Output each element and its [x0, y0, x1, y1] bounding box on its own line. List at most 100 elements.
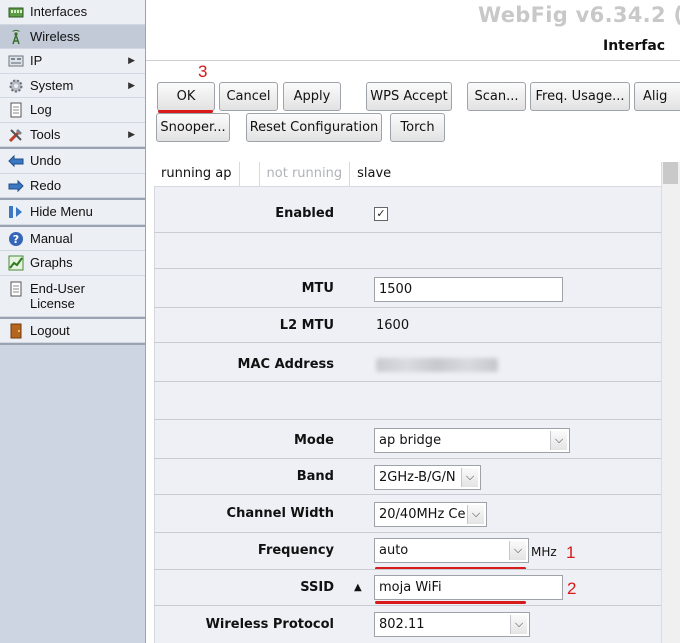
undo-icon: [8, 153, 24, 169]
scrollbar[interactable]: [661, 162, 680, 643]
annotation-step-3: 3: [198, 62, 208, 81]
mode-select[interactable]: ap bridge ⌵: [374, 428, 570, 453]
torch-button[interactable]: Torch: [390, 113, 445, 142]
status-flag-slave: slave: [357, 166, 392, 181]
interface-form-panel: [154, 162, 661, 643]
divider: [154, 532, 661, 533]
logout-door-icon: [8, 323, 24, 339]
divider: [154, 307, 661, 308]
sidebar-item-interfaces[interactable]: Interfaces: [0, 0, 145, 25]
sidebar-item-label: Logout: [30, 322, 70, 338]
menu-group-help: ? Manual Graphs End-User License: [0, 226, 145, 319]
menu-group-main: Interfaces Wireless IP ▶ System ▶ Log To…: [0, 0, 145, 149]
status-flag-not-running: not running: [260, 162, 351, 186]
sidebar-item-label: Undo: [30, 153, 62, 168]
wireless-antenna-icon: [8, 29, 24, 45]
wps-accept-button[interactable]: WPS Accept: [366, 82, 452, 111]
wireless-protocol-label: Wireless Protocol: [205, 617, 334, 632]
apply-button[interactable]: Apply: [283, 82, 341, 111]
sidebar-item-label: Tools: [30, 126, 61, 142]
sidebar-item-tools[interactable]: Tools ▶: [0, 123, 145, 147]
mac-address-label: MAC Address: [237, 357, 334, 372]
divider: [154, 494, 661, 495]
divider: [154, 342, 661, 343]
chevron-down-icon: ⌵: [550, 431, 567, 450]
document-icon: [8, 281, 24, 297]
annotation-step-1: 1: [566, 543, 576, 562]
collapse-arrow-icon[interactable]: ▲: [354, 582, 362, 593]
graph-icon: [8, 255, 24, 271]
reset-configuration-button[interactable]: Reset Configuration: [246, 113, 382, 142]
page-title: Interfac: [603, 38, 666, 54]
status-flags-row: running ap not running slave: [154, 162, 661, 187]
tools-icon: [8, 127, 24, 143]
interfaces-icon: [8, 4, 24, 20]
cancel-button[interactable]: Cancel: [219, 82, 278, 111]
ok-button[interactable]: OK: [157, 82, 215, 111]
freq-usage-button[interactable]: Freq. Usage...: [530, 82, 630, 111]
sidebar-item-ip[interactable]: IP ▶: [0, 49, 145, 74]
sidebar-item-label: IP: [30, 53, 43, 68]
document-icon: [8, 102, 24, 118]
sidebar-item-label: System: [30, 77, 74, 93]
submenu-arrow-icon: ▶: [128, 79, 135, 90]
svg-text:?: ?: [13, 233, 19, 246]
divider: [154, 232, 661, 233]
submenu-arrow-icon: ▶: [128, 55, 135, 65]
frequency-select[interactable]: auto ⌵: [374, 538, 529, 563]
chevron-down-icon: ⌵: [510, 615, 527, 634]
chevron-down-icon: ⌵: [461, 468, 478, 487]
sidebar-item-system[interactable]: System ▶: [0, 74, 145, 98]
sidebar-item-logout[interactable]: Logout: [0, 319, 145, 343]
enabled-checkbox[interactable]: ✓: [374, 207, 388, 221]
chevron-down-icon: ⌵: [467, 505, 484, 524]
frequency-select-value: auto: [379, 543, 409, 558]
hide-menu-icon: [8, 204, 24, 220]
sidebar-item-log[interactable]: Log: [0, 98, 145, 123]
sidebar-item-end-user-license[interactable]: End-User License: [0, 276, 145, 317]
menu-group-logout: Logout: [0, 318, 145, 345]
frequency-unit: MHz: [531, 545, 557, 559]
divider: [154, 381, 661, 382]
wireless-protocol-select[interactable]: 802.11 ⌵: [374, 612, 530, 637]
ssid-input[interactable]: moja WiFi: [374, 575, 563, 600]
chevron-down-icon: ⌵: [509, 541, 526, 560]
mtu-input[interactable]: 1500: [374, 277, 563, 302]
frequency-label: Frequency: [257, 543, 334, 558]
menu-group-history: Undo Redo: [0, 149, 145, 200]
divider: [154, 268, 661, 269]
channel-width-select-value: 20/40MHz Ce: [379, 507, 466, 522]
submenu-arrow-icon: ▶: [128, 128, 135, 139]
sidebar-item-graphs[interactable]: Graphs: [0, 251, 145, 276]
align-button[interactable]: Alig: [634, 82, 680, 111]
sidebar-item-label: Graphs: [30, 255, 73, 270]
l2mtu-value: 1600: [376, 318, 410, 333]
status-flag-empty: [240, 162, 260, 186]
band-label: Band: [296, 469, 334, 484]
app-title: WebFig v6.34.2 (: [478, 3, 680, 27]
header-divider: [146, 60, 680, 61]
redo-icon: [8, 178, 24, 194]
sidebar-item-redo[interactable]: Redo: [0, 174, 145, 198]
sidebar-item-label: Hide Menu: [30, 204, 93, 219]
band-select[interactable]: 2GHz-B/G/N ⌵: [374, 465, 481, 490]
sidebar-item-label: Manual: [30, 230, 73, 246]
annotation-step-2: 2: [567, 579, 577, 598]
scan-button[interactable]: Scan...: [467, 82, 526, 111]
divider: [154, 605, 661, 606]
divider: [154, 569, 661, 570]
sidebar-item-label: End-User License: [30, 280, 85, 311]
channel-width-select[interactable]: 20/40MHz Ce ⌵: [374, 502, 487, 527]
sidebar-item-wireless[interactable]: Wireless: [0, 24, 145, 49]
divider: [154, 458, 661, 459]
band-select-value: 2GHz-B/G/N: [379, 470, 456, 485]
ip-icon: [8, 53, 24, 69]
sidebar-item-undo[interactable]: Undo: [0, 149, 145, 174]
status-flag-running-ap: running ap: [154, 162, 240, 186]
mode-select-value: ap bridge: [379, 433, 442, 448]
sidebar-item-label: Log: [30, 102, 52, 117]
scrollbar-thumb[interactable]: [663, 162, 678, 184]
sidebar-item-hide-menu[interactable]: Hide Menu: [0, 200, 145, 225]
snooper-button[interactable]: Snooper...: [156, 113, 230, 142]
sidebar-item-manual[interactable]: ? Manual: [0, 227, 145, 251]
